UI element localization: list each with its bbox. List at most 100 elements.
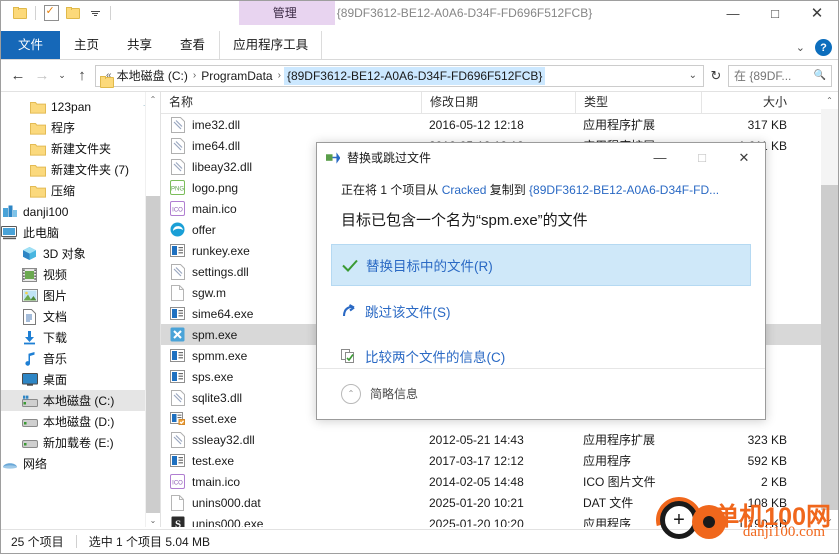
- table-row[interactable]: ime32.dll 2016-05-12 12:18 应用程序扩展 317 KB: [161, 114, 838, 135]
- properties-icon[interactable]: [40, 2, 62, 24]
- address-input[interactable]: « 本地磁盘 (C:) › ProgramData › {89DF3612-BE…: [95, 64, 704, 87]
- customize-qat-icon[interactable]: [84, 2, 106, 24]
- file-name: sset.exe: [192, 411, 237, 426]
- cell-date: 2012-05-21 14:43: [429, 432, 524, 447]
- refresh-icon[interactable]: ↻: [706, 65, 726, 87]
- recent-locations-icon[interactable]: ⌄: [55, 65, 69, 87]
- list-scroll-track[interactable]: [821, 185, 838, 510]
- table-row[interactable]: test.exe 2017-03-17 12:12 应用程序 592 KB: [161, 450, 838, 471]
- dialog-line-prefix: 正在将 1 个项目从: [341, 183, 442, 197]
- list-scroll-thumb[interactable]: [821, 109, 838, 185]
- sidebar-item[interactable]: 新建文件夹: [1, 138, 160, 159]
- sidebar-item[interactable]: 3D 对象: [1, 243, 160, 264]
- list-scroll-up-icon[interactable]: ⌃: [821, 92, 838, 109]
- back-button[interactable]: ←: [7, 65, 29, 87]
- cell-size: 1,190 KB: [737, 516, 787, 528]
- column-header-name[interactable]: 名称: [161, 92, 421, 113]
- maximize-button[interactable]: □: [754, 1, 796, 25]
- minimize-button[interactable]: —: [712, 1, 754, 25]
- cell-date: 2016-05-12 12:18: [429, 117, 524, 132]
- breadcrumb-item-programdata[interactable]: ProgramData: [199, 69, 274, 83]
- dialog-window-controls: — □ ✕: [639, 143, 765, 172]
- table-row[interactable]: Sunins000.exe 2025-01-20 10:20 应用程序 1,190 K…: [161, 513, 838, 527]
- ribbon-tab-bar: 文件 主页 共享 查看 应用程序工具 ⌄ ?: [1, 25, 838, 60]
- dialog-title-bar: 替换或跳过文件 — □ ✕: [317, 143, 765, 172]
- tab-home[interactable]: 主页: [60, 31, 113, 59]
- column-header-date[interactable]: 修改日期: [421, 92, 575, 113]
- breadcrumb-separator-1[interactable]: ›: [190, 70, 199, 81]
- help-icon[interactable]: ?: [815, 39, 832, 56]
- sidebar-item[interactable]: 新加载卷 (E:): [1, 432, 160, 453]
- edge-icon: [169, 221, 186, 238]
- dll-icon: [169, 158, 186, 175]
- sidebar-item[interactable]: 此电脑: [1, 222, 160, 243]
- sidebar-item[interactable]: 压缩: [1, 180, 160, 201]
- new-folder-icon[interactable]: [9, 2, 31, 24]
- ico-icon: ICO: [169, 200, 186, 217]
- nav-scroll-thumb[interactable]: [146, 106, 160, 196]
- search-input[interactable]: 在 {89DF... 🔍: [728, 64, 832, 87]
- breadcrumb-item-drive[interactable]: 本地磁盘 (C:): [115, 67, 190, 84]
- sidebar-item[interactable]: 程序: [1, 117, 160, 138]
- sidebar-item[interactable]: 下载: [1, 327, 160, 348]
- dll-icon: [169, 116, 186, 133]
- dll-icon: [169, 431, 186, 448]
- sidebar-item[interactable]: 新建文件夹 (7): [1, 159, 160, 180]
- folder-icon: [29, 119, 46, 136]
- dialog-minimize-button[interactable]: —: [639, 143, 681, 172]
- table-row[interactable]: unins000.dat 2025-01-20 10:21 DAT 文件 108 KB: [161, 492, 838, 513]
- sidebar-item[interactable]: 桌面: [1, 369, 160, 390]
- sidebar-item[interactable]: danji100: [1, 201, 160, 222]
- list-scroll-down-icon[interactable]: ⌄: [821, 510, 838, 527]
- dialog-close-button[interactable]: ✕: [723, 143, 765, 172]
- cell-name: Sunins000.exe: [161, 515, 421, 527]
- dialog-source: Cracked: [441, 183, 487, 197]
- sidebar-item-label: danji100: [23, 204, 69, 219]
- tab-view[interactable]: 查看: [166, 31, 219, 59]
- tab-share[interactable]: 共享: [113, 31, 166, 59]
- downloads-icon: [21, 329, 38, 346]
- table-row[interactable]: ICO tmain.ico 2014-02-05 14:48 ICO 图片文件 2 KB: [161, 471, 838, 492]
- sidebar-item[interactable]: 视频: [1, 264, 160, 285]
- column-header-type[interactable]: 类型: [575, 92, 701, 113]
- sidebar-item[interactable]: 网络: [1, 453, 160, 474]
- tab-file[interactable]: 文件: [1, 31, 61, 59]
- chevron-up-icon[interactable]: ⌃: [341, 383, 361, 404]
- sidebar-item[interactable]: 文档: [1, 306, 160, 327]
- sidebar-item[interactable]: 本地磁盘 (D:): [1, 411, 160, 432]
- forward-button[interactable]: →: [31, 65, 53, 87]
- cell-size: 317 KB: [747, 117, 787, 132]
- window-controls: — □ ✕: [712, 1, 838, 25]
- close-button[interactable]: ✕: [796, 1, 838, 25]
- nav-scroll-track[interactable]: [146, 196, 160, 513]
- open-folder-icon[interactable]: [62, 2, 84, 24]
- option-replace-file[interactable]: 替换目标中的文件(R): [331, 244, 751, 286]
- dialog-maximize-button[interactable]: □: [681, 143, 723, 172]
- file-icon: [169, 284, 186, 301]
- navigation-scrollbar[interactable]: ⌃ ⌄: [145, 92, 160, 527]
- chevron-down-icon[interactable]: ⌄: [796, 41, 805, 54]
- address-dropdown-icon[interactable]: ⌄: [689, 70, 701, 81]
- breadcrumb-item-current[interactable]: {89DF3612-BE12-A0A6-D34F-FD696F512FCB}: [283, 66, 546, 85]
- status-divider: [75, 535, 77, 548]
- column-header-size[interactable]: 大小: [701, 92, 797, 113]
- sidebar-item-label: 桌面: [43, 373, 68, 387]
- sidebar-item[interactable]: 本地磁盘 (C:): [1, 390, 160, 411]
- dialog-footer[interactable]: ⌃ 简略信息: [317, 369, 765, 418]
- nav-scroll-up-icon[interactable]: ⌃: [146, 92, 160, 106]
- file-list-scrollbar[interactable]: ⌃ ⌄: [821, 92, 838, 527]
- file-name: spmm.exe: [192, 348, 248, 363]
- breadcrumb-separator-2[interactable]: ›: [275, 70, 284, 81]
- table-row[interactable]: ssleay32.dll 2012-05-21 14:43 应用程序扩展 323 KB: [161, 429, 838, 450]
- tab-application-tools[interactable]: 应用程序工具: [219, 31, 323, 59]
- sidebar-item-label: 压缩: [51, 184, 76, 198]
- dialog-destination: {89DF3612-BE12-A0A6-D34F-FD...: [529, 183, 720, 197]
- sidebar-item[interactable]: 123pan📌: [1, 96, 160, 117]
- up-button[interactable]: ↑: [71, 65, 93, 87]
- option-skip-file[interactable]: 跳过该文件(S): [331, 291, 751, 331]
- sidebar-item[interactable]: 音乐: [1, 348, 160, 369]
- sidebar-item[interactable]: 图片: [1, 285, 160, 306]
- cell-type: ICO 图片文件: [583, 475, 656, 489]
- nav-scroll-down-icon[interactable]: ⌄: [146, 513, 160, 527]
- file-name: unins000.exe: [192, 516, 264, 528]
